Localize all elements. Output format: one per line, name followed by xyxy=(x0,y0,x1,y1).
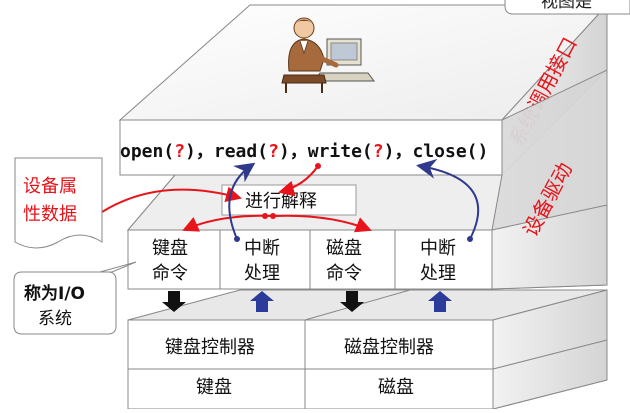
call-sep-3: ， xyxy=(394,141,412,162)
io-layer-diagram: 视图是 系统调用接口 open(?)，read(?)，write(?)，clos… xyxy=(13,0,630,410)
disk-device-label: 磁盘 xyxy=(378,377,414,398)
device-attribute-note: 设备属 性数据 xyxy=(14,157,103,249)
cell-interrupt-1-line1: 中断 xyxy=(244,238,280,259)
call-open: open( xyxy=(120,141,174,162)
keyboard-device-label: 键盘 xyxy=(196,377,232,398)
disk-controller-label: 磁盘控制器 xyxy=(344,337,434,358)
blue-arrow-origin-1 xyxy=(234,236,240,242)
blue-arrow-origin-2 xyxy=(467,236,473,242)
cell-interrupt-2-line2: 处理 xyxy=(420,263,456,284)
red-arrow-origin-dot xyxy=(315,163,321,169)
call-read: read( xyxy=(214,141,268,162)
call-open-param: ? xyxy=(174,141,185,162)
io-system-callout: 称为I/O 系统 xyxy=(13,261,137,335)
call-sep-1: ， xyxy=(196,141,214,162)
interpret-label: 进行解释 xyxy=(245,191,317,212)
red-split-dot-1 xyxy=(262,213,268,219)
call-write-param: ? xyxy=(373,141,384,162)
call-read-param: ? xyxy=(268,141,279,162)
syscall-line: open(?)，read(?)，write(?)，close() xyxy=(120,141,488,162)
red-split-dot-2 xyxy=(270,213,276,219)
cell-disk-cmd-line1: 磁盘 xyxy=(326,238,362,259)
cell-keyboard-cmd-line2: 命令 xyxy=(152,263,188,284)
call-write: write( xyxy=(308,141,373,162)
cell-interrupt-1-line2: 处理 xyxy=(244,263,280,284)
cell-interrupt-2-line1: 中断 xyxy=(420,238,456,259)
cell-disk-cmd-line2: 命令 xyxy=(326,263,362,284)
device-attribute-line1: 设备属 xyxy=(23,176,77,197)
io-system-line1: 称为I/O xyxy=(24,283,85,304)
call-close: close() xyxy=(412,141,488,162)
call-read-rparen: ) xyxy=(279,141,290,162)
keyboard-controller-label: 键盘控制器 xyxy=(165,337,255,358)
call-open-rparen: ) xyxy=(185,141,196,162)
call-write-rparen: ) xyxy=(384,141,395,162)
device-attribute-line2: 性数据 xyxy=(23,204,77,225)
call-sep-2: ， xyxy=(290,141,308,162)
corner-label: 视图是 xyxy=(541,0,592,12)
io-system-line2: 系统 xyxy=(38,309,72,329)
corner-callout: 视图是 xyxy=(504,0,630,15)
cell-keyboard-cmd-line1: 键盘 xyxy=(152,238,188,259)
